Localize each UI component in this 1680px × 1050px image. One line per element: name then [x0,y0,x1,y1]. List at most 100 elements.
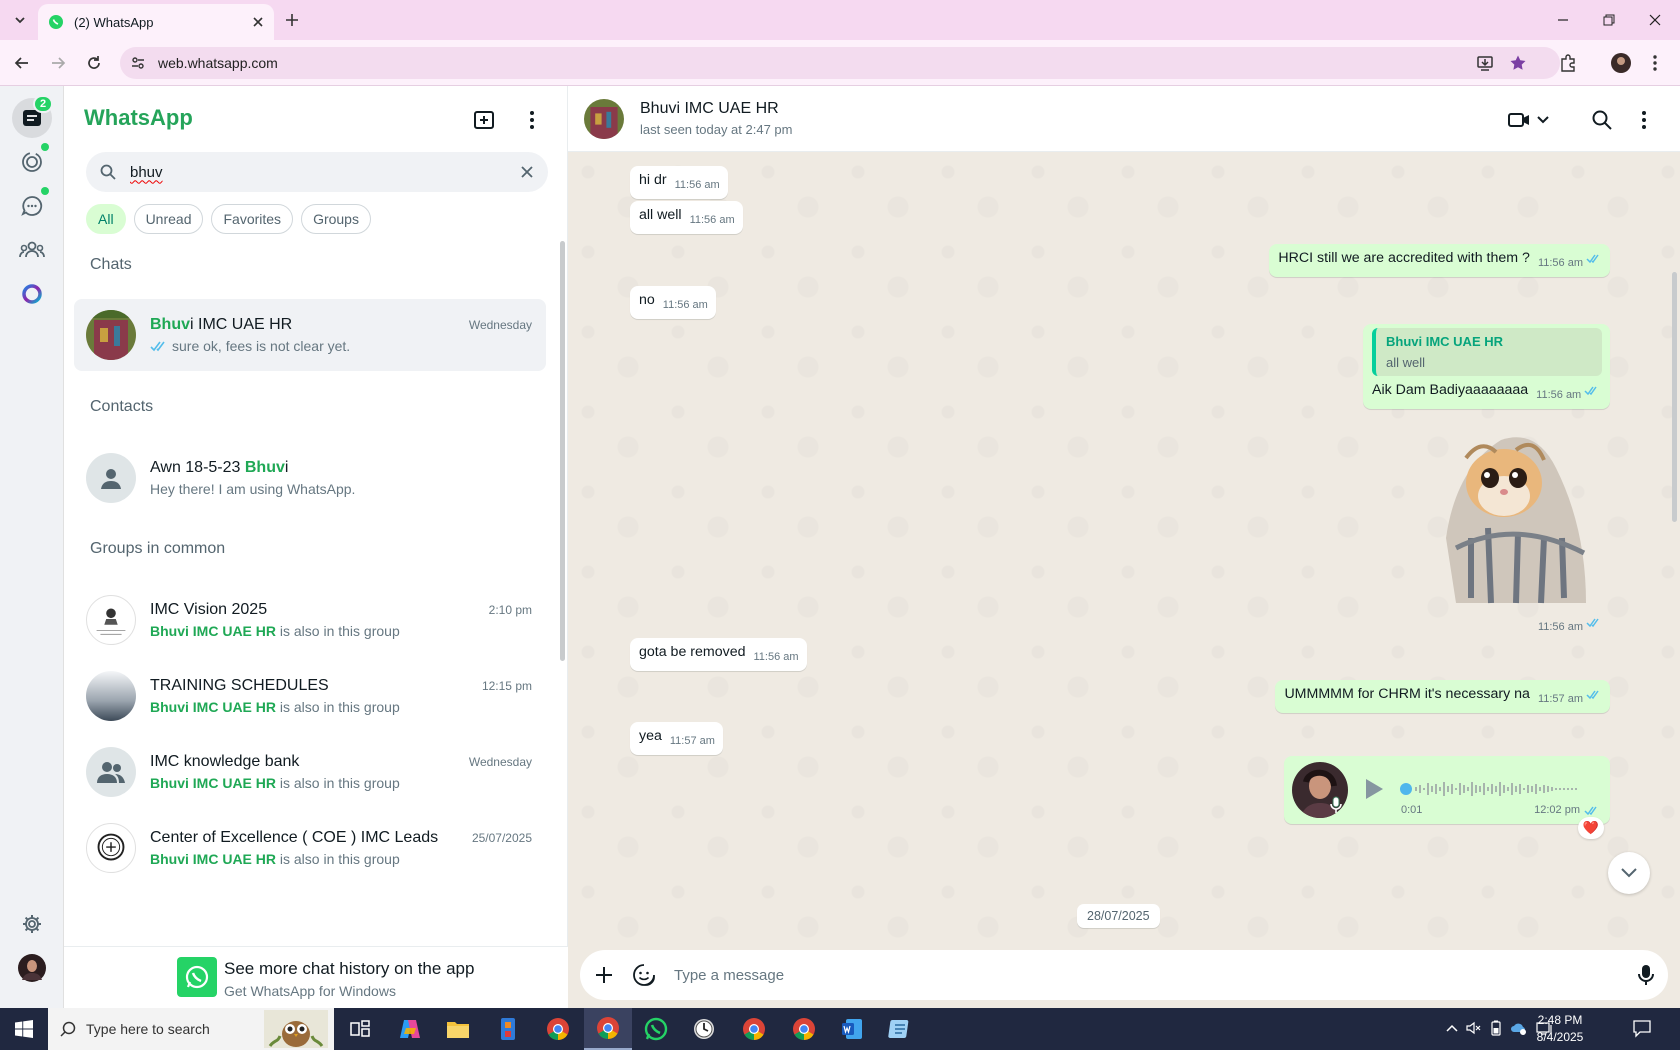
chat-name-match: Bhuv [150,316,190,333]
profile-button[interactable] [1609,51,1633,75]
whatsapp-icon [644,1017,668,1041]
incoming-message[interactable]: no 11:56 am [630,286,716,319]
incoming-message[interactable]: all well 11:56 am [630,201,743,234]
install-app-button[interactable] [1473,51,1497,75]
speaker-muted-icon[interactable] [1466,1020,1482,1036]
address-bar[interactable]: web.whatsapp.com [120,47,1560,79]
rail-meta-ai-button[interactable] [12,274,52,314]
composer-box: Type a message [580,950,1668,1000]
heart-reaction[interactable]: ❤️ [1578,817,1604,839]
voice-waveform[interactable] [1400,780,1590,798]
outgoing-reply-message[interactable]: Bhuvi IMC UAE HR all well Aik Dam Badiya… [1363,324,1610,409]
emoji-sticker-icon[interactable] [632,963,656,987]
video-camera-icon [1508,112,1530,128]
section-heading-contacts: Contacts [90,398,154,415]
battery-icon[interactable] [1490,1020,1502,1036]
contact-avatar[interactable] [584,99,624,139]
taskbar-word[interactable] [828,1008,876,1050]
group-row[interactable]: IMC Vision 2025 2:10 pm Bhuvi IMC UAE HR … [74,584,546,656]
tab-search-button[interactable] [8,8,32,32]
taskbar-app-tool[interactable] [484,1008,532,1050]
taskbar-whatsapp[interactable] [632,1008,680,1050]
search-input[interactable]: bhuv [86,152,548,192]
taskbar-file-explorer[interactable] [434,1008,482,1050]
minimize-window-button[interactable] [1540,6,1586,34]
rail-profile-button[interactable] [12,948,52,988]
incoming-message[interactable]: yea 11:57 am [630,722,723,755]
scroll-to-bottom-button[interactable] [1608,852,1650,894]
browser-menu-button[interactable] [1643,51,1667,75]
task-view-button[interactable] [336,1008,384,1050]
notifications-button[interactable] [1632,1018,1652,1038]
group-note: is also in this group [276,851,400,867]
search-chat-button[interactable] [1592,107,1612,133]
start-button[interactable] [0,1008,48,1050]
chat-list-scrollbar[interactable] [560,241,565,661]
message-list[interactable]: hi dr 11:56 am all well 11:56 am HRCI stil… [568,152,1680,942]
taskbar-time: 2:48 PM [1537,1013,1583,1027]
restore-icon [1603,14,1615,26]
chat-menu-button[interactable] [1641,107,1647,133]
reload-button[interactable] [80,49,108,77]
search-value[interactable]: bhuv [130,164,520,181]
taskbar-chrome[interactable] [534,1008,582,1050]
forward-button[interactable] [44,49,72,77]
quoted-message[interactable]: Bhuvi IMC UAE HR all well [1372,328,1602,376]
clear-search-icon[interactable] [520,165,534,179]
chevron-up-icon[interactable] [1446,1023,1458,1033]
chat-row-bhuvi[interactable]: Bhuvi IMC UAE HR Wednesday sure ok, fees… [74,299,546,371]
group-time: 25/07/2025 [471,831,532,845]
conversation-header[interactable]: Bhuvi IMC UAE HR last seen today at 2:47… [568,86,1680,152]
message-time: 11:57 am [669,735,715,747]
taskbar-chrome-3[interactable] [780,1008,828,1050]
sidebar-menu-button[interactable] [516,104,548,136]
group-row[interactable]: TRAINING SCHEDULES 12:15 pm Bhuvi IMC UAE… [74,660,546,732]
play-icon[interactable] [1364,778,1384,800]
cat-sticker[interactable] [1426,428,1596,608]
new-chat-button[interactable] [468,104,500,136]
message-list-scrollbar[interactable] [1672,272,1677,522]
bookmark-button[interactable] [1506,51,1530,75]
restore-window-button[interactable] [1586,6,1632,34]
taskbar-chrome-active[interactable] [584,1008,632,1050]
section-heading-chats: Chats [90,256,132,273]
message-time: 11:56 am [1537,257,1583,269]
incoming-message[interactable]: gota be removed 11:56 am [630,638,807,671]
puzzle-icon [1559,54,1577,72]
taskbar-notepad[interactable] [876,1008,924,1050]
message-time: 12:02 pm [1534,804,1580,816]
filter-chip-all[interactable]: All [86,204,126,234]
back-button[interactable] [8,49,36,77]
outgoing-message[interactable]: HRCI still we are accredited with them ?… [1269,244,1610,277]
contact-row-awn[interactable]: Awn 18-5-23 Bhuvi Hey there! I am using … [74,442,546,514]
group-row[interactable]: IMC knowledge bank Wednesday Bhuvi IMC UA… [74,736,546,808]
rail-settings-button[interactable] [12,904,52,944]
chat-preview: sure ok, fees is not clear yet. [172,338,351,354]
group-row[interactable]: Center of Excellence ( COE ) IMC Leads 25… [74,812,546,884]
minimize-icon [1557,14,1569,26]
new-tab-button[interactable] [280,8,304,32]
taskbar-copilot[interactable] [386,1008,434,1050]
incoming-message[interactable]: hi dr 11:56 am [630,166,728,199]
taskbar-chrome-2[interactable] [730,1008,778,1050]
outgoing-voice-message[interactable]: 0:01 12:02 pm [1284,756,1610,824]
filter-chip-groups[interactable]: Groups [301,204,371,234]
message-input[interactable]: Type a message [674,967,1638,984]
taskbar-clock-app[interactable] [680,1008,728,1050]
browser-tab[interactable]: (2) WhatsApp [38,4,274,40]
taskbar-search[interactable]: Type here to search [48,1008,334,1050]
outgoing-message[interactable]: UMMMMM for CHRM it's necessary na 11:57 a… [1275,680,1610,713]
rail-communities-button[interactable] [12,230,52,270]
filter-chip-unread[interactable]: Unread [133,204,204,234]
quoted-author: Bhuvi IMC UAE HR [1386,334,1503,349]
get-desktop-app-banner[interactable]: See more chat history on the app Get Wha… [64,946,568,1008]
site-info-icon[interactable] [130,55,146,71]
close-window-button[interactable] [1632,6,1678,34]
video-call-button[interactable] [1508,107,1550,133]
filter-chip-favorites[interactable]: Favorites [211,204,294,234]
extensions-button[interactable] [1556,51,1580,75]
taskbar-clock[interactable]: 2:48 PM 8/4/2025 [1520,1012,1600,1046]
close-tab-icon[interactable] [252,16,264,28]
attach-plus-icon[interactable] [594,965,614,985]
microphone-icon[interactable] [1638,964,1654,986]
